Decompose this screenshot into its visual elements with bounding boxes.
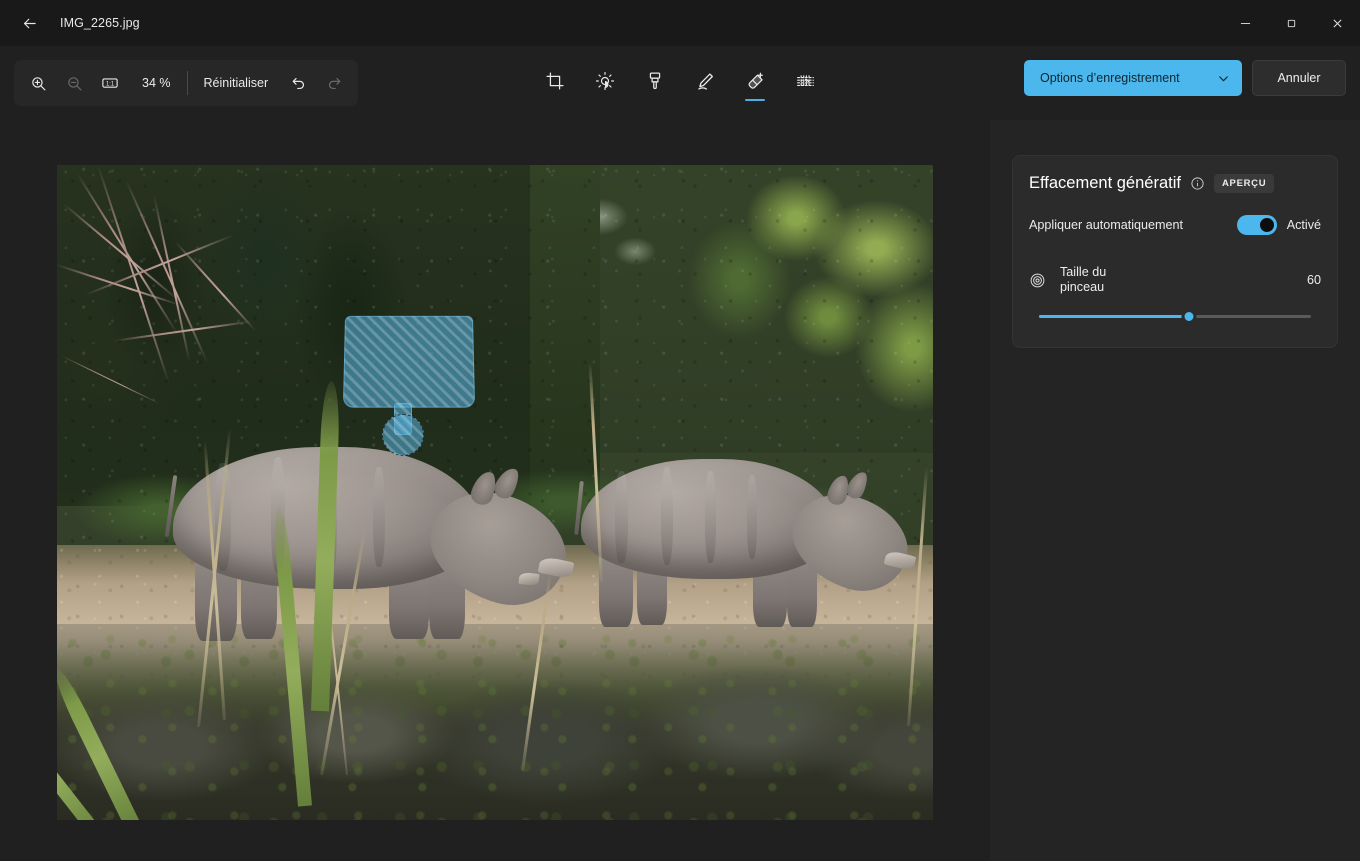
- brush-size-row: Taille du pinceau 60: [1029, 265, 1321, 295]
- moss-layer: [57, 623, 933, 820]
- brush-size-value: 60: [1306, 273, 1321, 287]
- selection-mask[interactable]: [342, 315, 476, 408]
- brush-size-label: Taille du pinceau: [1060, 265, 1146, 295]
- erase-icon: [748, 72, 763, 89]
- slider-fill: [1039, 314, 1189, 318]
- tool-indicator: [545, 99, 565, 102]
- undo-icon: [292, 77, 304, 89]
- auto-apply-label: Appliquer automatiquement: [1029, 218, 1184, 232]
- redo-icon: [328, 77, 341, 89]
- slider-thumb[interactable]: [1181, 308, 1197, 324]
- panel-title: Effacement génératif: [1029, 174, 1181, 192]
- preview-badge: APERÇU: [1213, 174, 1275, 193]
- crop-icon: [546, 72, 564, 90]
- photo-canvas[interactable]: [57, 165, 933, 820]
- arrow-left-icon: [23, 18, 36, 28]
- tool-indicator: [795, 99, 815, 102]
- rhino-right: [574, 453, 933, 627]
- tool-indicator: [745, 98, 765, 101]
- close-button[interactable]: [1314, 0, 1360, 46]
- undo-button[interactable]: [280, 66, 316, 100]
- svg-text:1:1: 1:1: [106, 81, 115, 87]
- erase-tool[interactable]: [738, 60, 772, 102]
- actual-size-button[interactable]: 1:1: [92, 66, 128, 100]
- auto-apply-state: Activé: [1286, 218, 1321, 232]
- background-tool[interactable]: [788, 60, 822, 102]
- brush-size-slider[interactable]: [1039, 307, 1311, 325]
- reset-button[interactable]: Réinitialiser: [192, 66, 281, 100]
- adjustment-tool[interactable]: [588, 60, 622, 102]
- close-icon: [1332, 18, 1342, 28]
- zoom-level-value: 34 %: [142, 76, 171, 90]
- info-icon: [1191, 177, 1204, 190]
- canvas-area[interactable]: [0, 120, 990, 861]
- redo-button[interactable]: [316, 66, 352, 100]
- window-controls: [1222, 0, 1360, 46]
- zoom-out-icon: [67, 76, 81, 90]
- generative-erase-panel: Effacement génératif APERÇU Appliquer au…: [1012, 155, 1338, 348]
- save-options-button[interactable]: Options d’enregistrement: [1024, 60, 1242, 96]
- brush-size-label-line1: Taille du: [1060, 265, 1107, 279]
- minimize-icon: [1240, 22, 1250, 24]
- document-title: IMG_2265.jpg: [60, 16, 140, 30]
- brightness-icon: [595, 71, 615, 91]
- panel-header: Effacement génératif APERÇU: [1029, 174, 1321, 193]
- info-button[interactable]: [1190, 176, 1205, 191]
- edit-tools: [538, 60, 822, 102]
- action-buttons: Options d’enregistrement Annuler: [1024, 60, 1346, 96]
- auto-apply-row: Appliquer automatiquement Activé: [1029, 215, 1321, 235]
- tool-indicator: [595, 99, 615, 102]
- brush-size-button[interactable]: [1029, 272, 1046, 289]
- chevron-down-icon[interactable]: [1217, 72, 1230, 85]
- markup-tool[interactable]: [688, 60, 722, 102]
- tool-indicator: [695, 99, 715, 102]
- photos-editor-window: IMG_2265.jpg 1:1 34 % Réinitialiser Opti…: [0, 0, 1360, 861]
- background-blur-icon: [796, 74, 814, 88]
- toggle-knob: [1259, 218, 1274, 232]
- photo-image: [57, 165, 933, 820]
- title-bar: IMG_2265.jpg: [0, 0, 1360, 46]
- save-options-label: Options d’enregistrement: [1040, 71, 1180, 85]
- back-button[interactable]: [8, 7, 50, 39]
- toolbar-separator: [186, 71, 188, 95]
- toolbar: 1:1 34 % Réinitialiser Options d’enregis…: [0, 46, 1360, 120]
- brush-size-label-line2: pinceau: [1060, 280, 1105, 294]
- brush-cursor: [382, 414, 424, 456]
- pen-icon: [697, 72, 713, 90]
- crop-tool[interactable]: [538, 60, 572, 102]
- auto-apply-toggle[interactable]: [1236, 215, 1277, 235]
- cancel-button[interactable]: Annuler: [1252, 60, 1346, 96]
- zoom-in-icon: [31, 76, 45, 90]
- zoom-in-button[interactable]: [20, 66, 56, 100]
- brush-size-target-icon: [1030, 273, 1045, 287]
- one-to-one-icon: 1:1: [102, 78, 118, 88]
- filter-tool[interactable]: [638, 60, 672, 102]
- paintbrush-icon: [649, 72, 661, 90]
- right-sidebar: Effacement génératif APERÇU Appliquer au…: [990, 120, 1360, 861]
- tool-indicator: [645, 99, 665, 102]
- zoom-toolbar: 1:1 34 % Réinitialiser: [14, 60, 359, 106]
- zoom-out-button[interactable]: [56, 66, 92, 100]
- rhino-left: [164, 441, 587, 641]
- maximize-button[interactable]: [1268, 0, 1314, 46]
- maximize-icon: [1287, 19, 1295, 27]
- minimize-button[interactable]: [1222, 0, 1268, 46]
